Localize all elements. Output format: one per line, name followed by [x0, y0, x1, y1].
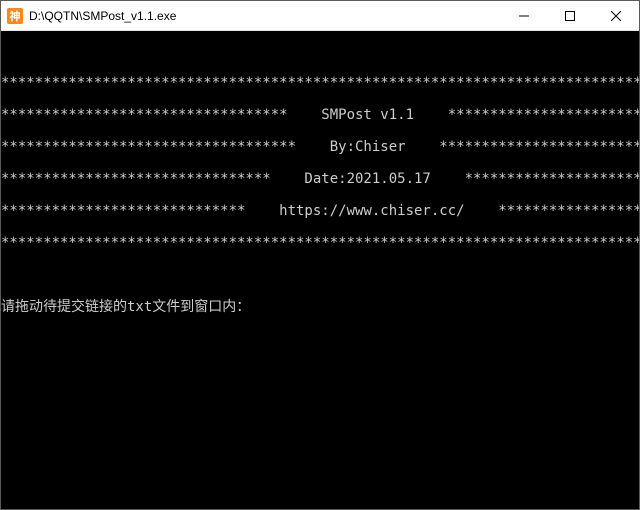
console-output[interactable]: ****************************************…	[1, 31, 639, 509]
banner-line: ********************************** SMPos…	[1, 107, 639, 123]
close-icon	[611, 11, 621, 21]
maximize-icon	[565, 11, 575, 21]
prompt-line: 请拖动待提交链接的txt文件到窗口内：	[1, 299, 639, 315]
banner-line: ****************************************…	[1, 75, 639, 91]
app-window: 神 D:\QQTN\SMPost_v1.1.exe **************…	[0, 0, 640, 510]
close-button[interactable]	[593, 1, 639, 30]
minimize-icon	[519, 11, 529, 21]
banner-line: ******************************** Date:20…	[1, 171, 639, 187]
app-icon-glyph: 神	[10, 8, 21, 24]
client-area: ****************************************…	[1, 31, 639, 509]
app-icon: 神	[7, 8, 23, 24]
title-bar[interactable]: 神 D:\QQTN\SMPost_v1.1.exe	[1, 1, 639, 31]
maximize-button[interactable]	[547, 1, 593, 30]
banner-line: ***************************** https://ww…	[1, 203, 639, 219]
banner-line: *********************************** By:C…	[1, 139, 639, 155]
window-title: D:\QQTN\SMPost_v1.1.exe	[29, 9, 176, 23]
banner-line: ****************************************…	[1, 235, 639, 251]
minimize-button[interactable]	[501, 1, 547, 30]
window-controls	[501, 1, 639, 30]
